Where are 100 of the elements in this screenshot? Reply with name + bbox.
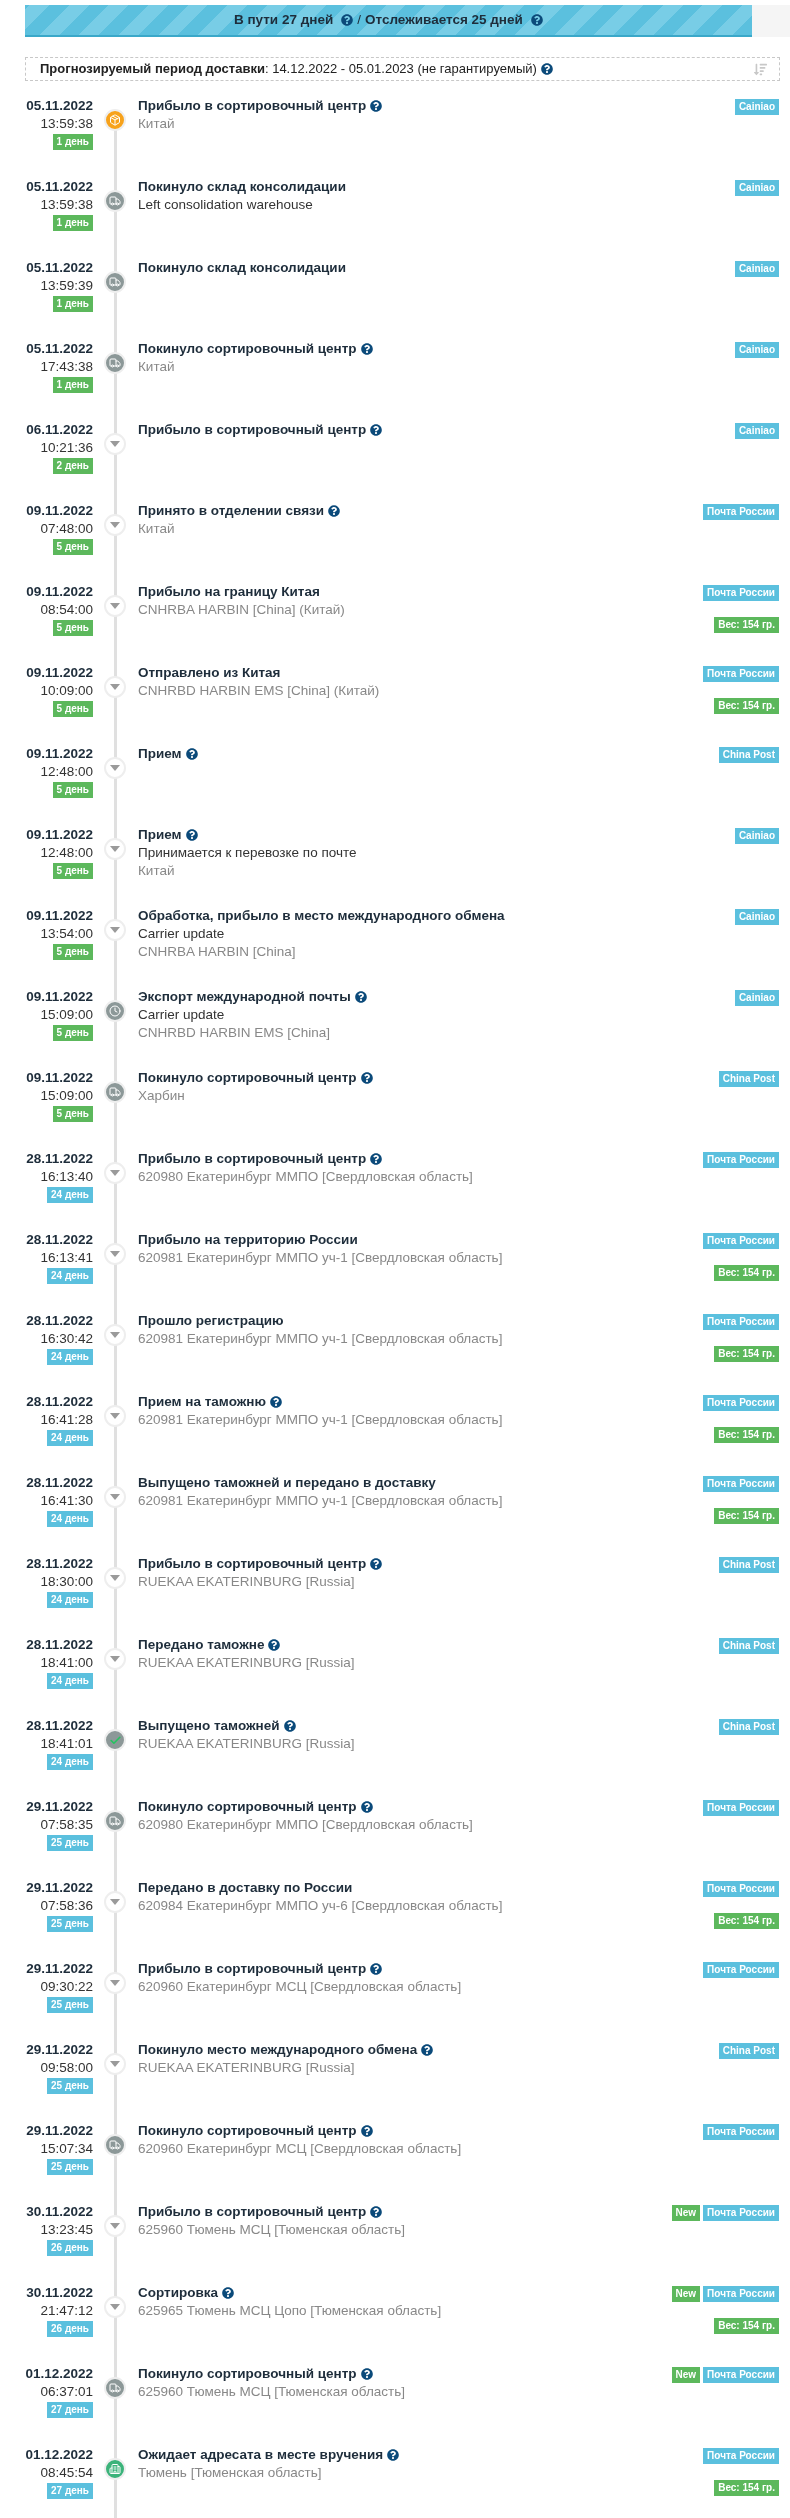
help-icon[interactable]: [370, 1963, 383, 1975]
help-icon[interactable]: [185, 829, 198, 841]
help-icon[interactable]: [270, 1396, 282, 1408]
help-icon[interactable]: [360, 2368, 373, 2380]
caret-icon: [104, 514, 126, 536]
event-time: 07:48:00: [40, 520, 93, 538]
help-icon[interactable]: [185, 748, 198, 760]
help-icon[interactable]: [370, 1558, 383, 1570]
day-count: 24 день: [47, 1511, 93, 1527]
day-count: 1 день: [52, 215, 93, 231]
carrier-tag: Почта России: [703, 2205, 779, 2221]
help-icon[interactable]: [370, 424, 383, 436]
event-title: Покинуло сортировочный центр: [138, 2365, 357, 2383]
event-date: 09.11.2022: [26, 502, 93, 520]
carrier-tag: China Post: [718, 2043, 779, 2059]
event-location: 625960 Тюмень МСЦ [Тюменская область]: [138, 2383, 407, 2401]
carrier-tag: Почта России: [703, 666, 779, 682]
clock-icon: [104, 1000, 126, 1022]
carrier-tag: Cainiao: [734, 828, 779, 844]
event-title: Обработка, прибыло в место международного обмена: [138, 907, 505, 925]
event-date: 28.11.2022: [26, 1636, 93, 1654]
carrier-tag: Cainiao: [734, 423, 779, 439]
event-date: 09.11.2022: [26, 907, 93, 925]
day-count: 1 день: [52, 296, 93, 312]
event-location: 620984 Екатеринбург ММПО уч-6 [Свердловская область]: [138, 1897, 504, 1915]
help-icon[interactable]: [540, 63, 553, 75]
event-date: 28.11.2022: [26, 1312, 93, 1330]
check-icon: [104, 1729, 126, 1751]
event-date: 09.11.2022: [26, 664, 93, 682]
day-count: 26 день: [47, 2240, 93, 2256]
event-location: RUEKAA EKATERINBURG [Russia]: [138, 1735, 356, 1753]
day-count: 5 день: [52, 1106, 93, 1122]
event-title: Передано в доставку по России: [138, 1879, 353, 1897]
day-count: 24 день: [47, 1187, 93, 1203]
event-time: 12:48:00: [40, 844, 93, 862]
help-icon[interactable]: [268, 1639, 281, 1651]
carrier-tag: Cainiao: [734, 990, 779, 1006]
help-icon[interactable]: [354, 991, 367, 1003]
carrier-tag: Почта России: [703, 2124, 779, 2140]
day-count: 25 день: [47, 2159, 93, 2175]
day-count: 25 день: [47, 2078, 93, 2094]
day-count: 5 день: [52, 863, 93, 879]
event-date: 28.11.2022: [26, 1717, 93, 1735]
event-date: 06.11.2022: [26, 421, 93, 439]
day-count: 24 день: [47, 1268, 93, 1284]
carrier-tag: Почта России: [703, 2286, 779, 2302]
event-location: 625965 Тюмень МСЦ Цопо [Тюменская область]: [138, 2302, 443, 2320]
event-location: Китай: [138, 115, 176, 133]
help-icon[interactable]: [328, 505, 341, 517]
carrier-tag: Почта России: [703, 1395, 779, 1411]
truck-icon: [104, 2134, 126, 2156]
caret-icon: [104, 1486, 126, 1508]
weight-tag: Вес: 154 гр.: [714, 1508, 779, 1524]
event-date: 29.11.2022: [26, 1879, 93, 1897]
event-date: 01.12.2022: [25, 2365, 93, 2383]
help-icon[interactable]: [360, 1801, 373, 1813]
event-time: 06:37:01: [40, 2383, 93, 2401]
event-title: Экспорт международной почты: [138, 988, 351, 1006]
help-icon[interactable]: [360, 343, 373, 355]
event-date: 30.11.2022: [26, 2284, 93, 2302]
day-count: 25 день: [47, 1997, 93, 2013]
event-time: 13:23:45: [40, 2221, 93, 2239]
help-icon[interactable]: [530, 14, 543, 26]
event-title: Прибыло в сортировочный центр: [138, 2203, 367, 2221]
help-icon[interactable]: [222, 2287, 235, 2299]
event-title: Покинуло склад консолидации: [138, 178, 346, 196]
event-date: 05.11.2022: [26, 97, 93, 115]
forecast-text: Прогнозируемый период доставки: 14.12.2022 - 05.01.2023 (не гарантируемый): [40, 60, 537, 79]
help-icon[interactable]: [283, 1720, 296, 1732]
event-time: 18:30:00: [40, 1573, 93, 1591]
help-icon[interactable]: [360, 1072, 373, 1084]
caret-icon: [104, 757, 126, 779]
weight-tag: Вес: 154 гр.: [714, 1913, 779, 1929]
event-title: Ожидает адресата в месте вручения: [138, 2446, 384, 2464]
day-count: 24 день: [47, 1592, 93, 1608]
event-title: Отправлено из Китая: [138, 664, 281, 682]
caret-icon: [104, 1243, 126, 1265]
event-location: 625960 Тюмень МСЦ [Тюменская область]: [138, 2221, 407, 2239]
event-location: Китай: [138, 358, 176, 376]
day-count: 5 день: [52, 1025, 93, 1041]
carrier-tag: Cainiao: [734, 180, 779, 196]
event-time: 15:09:00: [40, 1006, 93, 1024]
help-icon[interactable]: [341, 14, 354, 26]
event-title: Прибыло на территорию России: [138, 1231, 358, 1249]
caret-icon: [104, 1648, 126, 1670]
event-title: Прибыло на границу Китая: [138, 583, 320, 601]
event-time: 15:07:34: [40, 2140, 93, 2158]
day-count: 1 день: [52, 377, 93, 393]
event-date: 28.11.2022: [26, 1393, 93, 1411]
event-time: 18:41:00: [40, 1654, 93, 1672]
help-icon[interactable]: [370, 2206, 383, 2218]
help-icon[interactable]: [370, 100, 383, 112]
weight-tag: Вес: 154 гр.: [714, 2480, 779, 2496]
help-icon[interactable]: [370, 1153, 383, 1165]
event-location: Тюмень [Тюменская область]: [138, 2464, 323, 2482]
event-date: 09.11.2022: [26, 583, 93, 601]
help-icon[interactable]: [421, 2044, 434, 2056]
event-time: 13:59:38: [40, 115, 93, 133]
help-icon[interactable]: [360, 2125, 373, 2137]
help-icon[interactable]: [387, 2449, 400, 2461]
